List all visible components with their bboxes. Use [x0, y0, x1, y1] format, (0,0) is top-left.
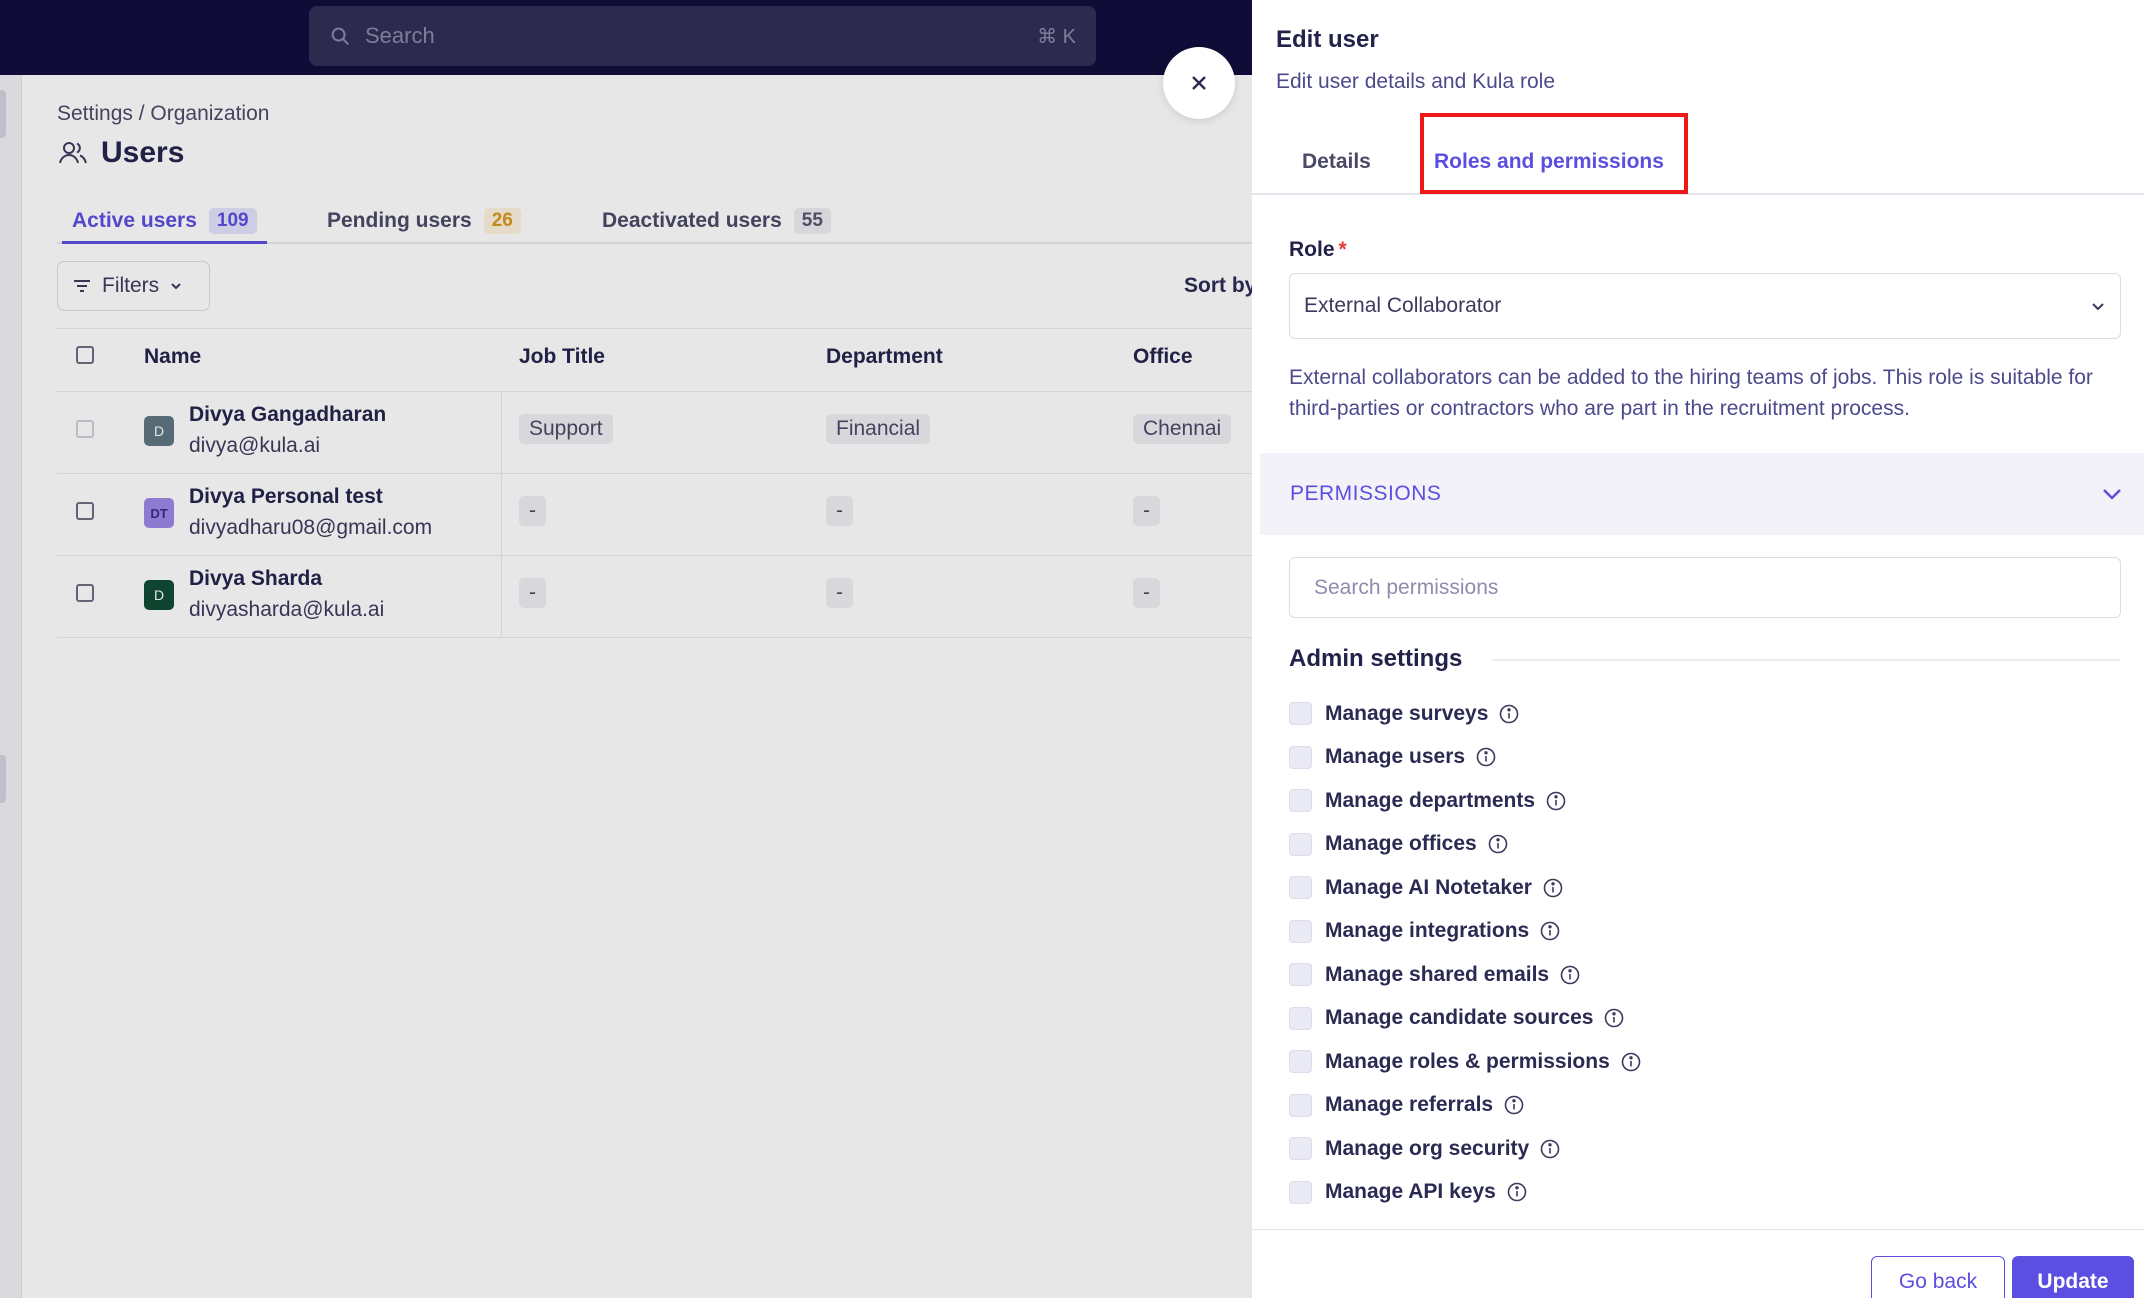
permission-checkbox[interactable] [1289, 1050, 1312, 1074]
drawer-tab-divider [1252, 193, 2144, 195]
info-icon[interactable] [1506, 1181, 1528, 1203]
drawer-subtitle: Edit user details and Kula role [1276, 70, 1555, 93]
permissions-header-label: PERMISSIONS [1290, 482, 1442, 505]
permission-item[interactable]: Manage roles & permissions [1289, 1040, 2129, 1084]
edit-user-drawer: Edit user Edit user details and Kula rol… [1252, 0, 2144, 1298]
permission-checkbox[interactable] [1289, 919, 1312, 943]
permission-checkbox[interactable] [1289, 1093, 1312, 1117]
chevron-down-icon [2092, 303, 2104, 311]
highlight-box [1420, 113, 1688, 194]
permission-checkbox[interactable] [1289, 876, 1312, 900]
permission-item[interactable]: Manage surveys [1289, 692, 2129, 736]
permission-label: Manage candidate sources [1325, 1006, 1594, 1030]
role-label-text: Role [1289, 238, 1335, 261]
permission-label: Manage shared emails [1325, 962, 1550, 986]
role-select[interactable]: External Collaborator [1289, 273, 2121, 339]
permission-label: Manage offices [1325, 832, 1477, 856]
required-mark: * [1338, 238, 1347, 261]
permission-checkbox[interactable] [1289, 745, 1312, 769]
permission-checkbox[interactable] [1289, 702, 1312, 726]
permissions-search-input[interactable] [1314, 575, 2096, 600]
info-icon[interactable] [1620, 1051, 1642, 1073]
info-icon[interactable] [1559, 964, 1581, 986]
permission-item[interactable]: Manage referrals [1289, 1084, 2129, 1128]
permissions-search-field[interactable] [1289, 557, 2121, 618]
permission-checkbox[interactable] [1289, 1137, 1312, 1161]
permission-label: Manage org security [1325, 1136, 1530, 1160]
permission-label: Manage roles & permissions [1325, 1049, 1610, 1073]
drawer-title: Edit user [1276, 26, 1379, 53]
info-icon[interactable] [1545, 790, 1567, 812]
permission-item[interactable]: Manage shared emails [1289, 953, 2129, 997]
admin-settings-heading: Admin settings [1289, 645, 1463, 672]
section-divider [1492, 659, 2120, 661]
permission-checkbox[interactable] [1289, 1180, 1312, 1204]
permission-item[interactable]: Manage org security [1289, 1127, 2129, 1171]
permission-checkbox[interactable] [1289, 789, 1312, 813]
role-field-label: Role * [1289, 238, 1347, 262]
permission-label: Manage API keys [1325, 1180, 1496, 1204]
permission-checkbox[interactable] [1289, 963, 1312, 987]
permission-item[interactable]: Manage workloads [1289, 1214, 2129, 1219]
permission-label: Manage departments [1325, 788, 1536, 812]
permission-item[interactable]: Manage candidate sources [1289, 997, 2129, 1041]
permissions-accordion-header[interactable]: PERMISSIONS [1260, 453, 2144, 535]
permission-item[interactable]: Manage integrations [1289, 910, 2129, 954]
go-back-button[interactable]: Go back [1871, 1256, 2005, 1298]
info-icon[interactable] [1603, 1007, 1625, 1029]
permission-item[interactable]: Manage offices [1289, 823, 2129, 867]
info-icon[interactable] [1542, 877, 1564, 899]
drawer-footer [1252, 1229, 2144, 1298]
info-icon[interactable] [1539, 1138, 1561, 1160]
role-select-value: External Collaborator [1304, 294, 1502, 317]
update-button[interactable]: Update [2012, 1256, 2134, 1298]
info-icon[interactable] [1475, 746, 1497, 768]
permission-label: Manage AI Notetaker [1325, 875, 1532, 899]
permission-label: Manage users [1325, 745, 1466, 769]
permission-item[interactable]: Manage departments [1289, 779, 2129, 823]
permission-item[interactable]: Manage users [1289, 736, 2129, 780]
permission-item[interactable]: Manage AI Notetaker [1289, 866, 2129, 910]
permission-item[interactable]: Manage API keys [1289, 1171, 2129, 1215]
permission-label: Manage integrations [1325, 919, 1530, 943]
tab-details[interactable]: Details [1302, 150, 1371, 174]
permission-checkbox[interactable] [1289, 832, 1312, 856]
info-icon[interactable] [1487, 833, 1509, 855]
close-drawer-button[interactable] [1163, 47, 1235, 119]
permission-label: Manage surveys [1325, 701, 1489, 725]
close-icon [1192, 76, 1206, 90]
role-description: External collaborators can be added to t… [1289, 366, 2093, 420]
info-icon[interactable] [1539, 920, 1561, 942]
chevron-down-icon [2103, 489, 2121, 500]
permission-label: Manage referrals [1325, 1093, 1494, 1117]
permissions-list: Manage surveys Manage users Manage departm… [1289, 692, 2129, 1219]
info-icon[interactable] [1503, 1094, 1525, 1116]
permission-checkbox[interactable] [1289, 1006, 1312, 1030]
info-icon[interactable] [1498, 703, 1520, 725]
